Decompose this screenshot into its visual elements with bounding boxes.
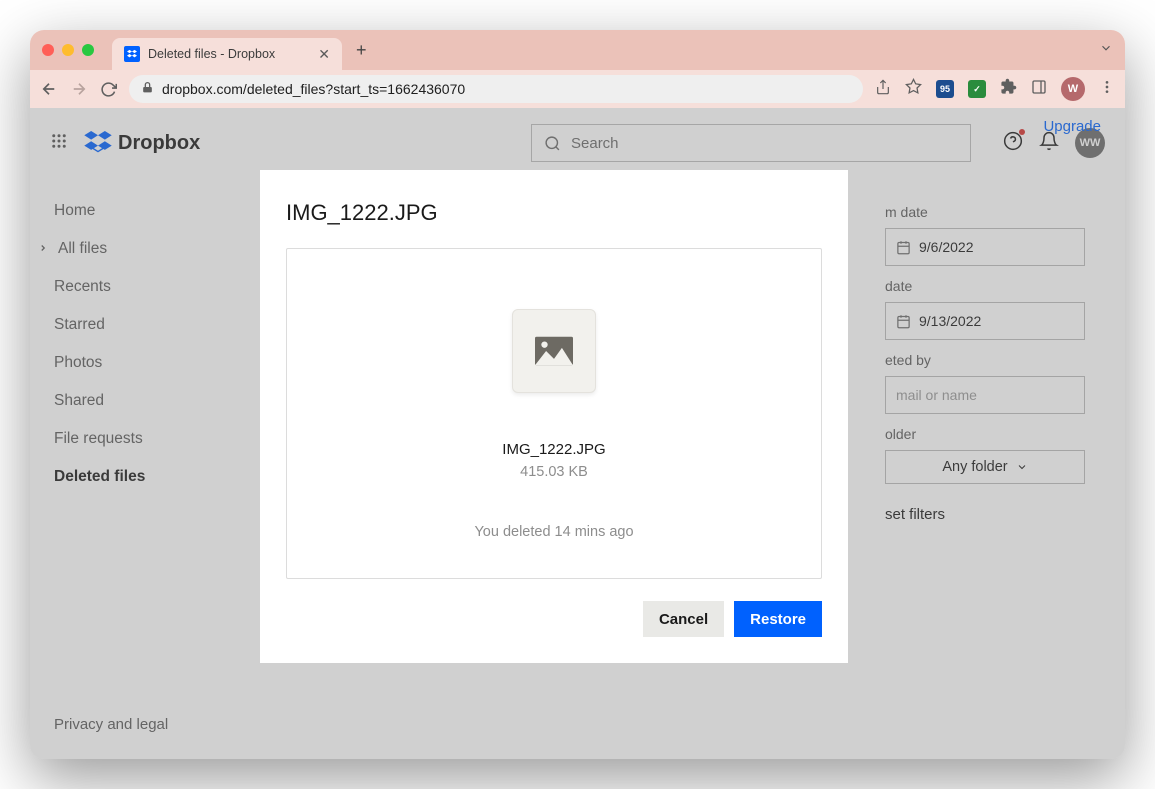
modal-title: IMG_1222.JPG — [286, 200, 822, 226]
file-name: IMG_1222.JPG — [307, 441, 801, 458]
file-status: You deleted 14 mins ago — [307, 524, 801, 540]
window-close-button[interactable] — [42, 44, 54, 56]
lock-icon — [141, 81, 154, 97]
file-card: IMG_1222.JPG 415.03 KB You deleted 14 mi… — [286, 248, 822, 579]
cancel-button[interactable]: Cancel — [643, 601, 724, 637]
window-maximize-button[interactable] — [82, 44, 94, 56]
extension-95-icon[interactable]: 95 — [936, 80, 954, 98]
kebab-menu-icon[interactable] — [1099, 79, 1115, 100]
url-text: dropbox.com/deleted_files?start_ts=16624… — [162, 81, 465, 97]
chevron-down-icon[interactable] — [1099, 41, 1113, 60]
extensions-icon[interactable] — [1000, 78, 1017, 100]
restore-button[interactable]: Restore — [734, 601, 822, 637]
panel-icon[interactable] — [1031, 79, 1047, 100]
share-icon[interactable] — [875, 79, 891, 100]
tab-close-icon[interactable]: ✕ — [318, 46, 330, 63]
extension-check-icon[interactable]: ✓ — [968, 80, 986, 98]
file-size: 415.03 KB — [307, 464, 801, 480]
back-button[interactable] — [40, 80, 58, 98]
window-minimize-button[interactable] — [62, 44, 74, 56]
reload-button[interactable] — [100, 81, 117, 98]
bookmark-star-icon[interactable] — [905, 78, 922, 100]
image-thumbnail-icon — [512, 309, 596, 393]
new-tab-button[interactable]: + — [356, 40, 367, 61]
address-bar[interactable]: dropbox.com/deleted_files?start_ts=16624… — [129, 75, 863, 103]
dropbox-favicon — [124, 46, 140, 62]
browser-tab[interactable]: Deleted files - Dropbox ✕ — [112, 38, 342, 70]
profile-avatar[interactable]: W — [1061, 77, 1085, 101]
file-detail-modal: IMG_1222.JPG IMG_1222.JPG 415.03 KB You … — [260, 170, 848, 663]
forward-button[interactable] — [70, 80, 88, 98]
tab-title: Deleted files - Dropbox — [148, 47, 310, 61]
